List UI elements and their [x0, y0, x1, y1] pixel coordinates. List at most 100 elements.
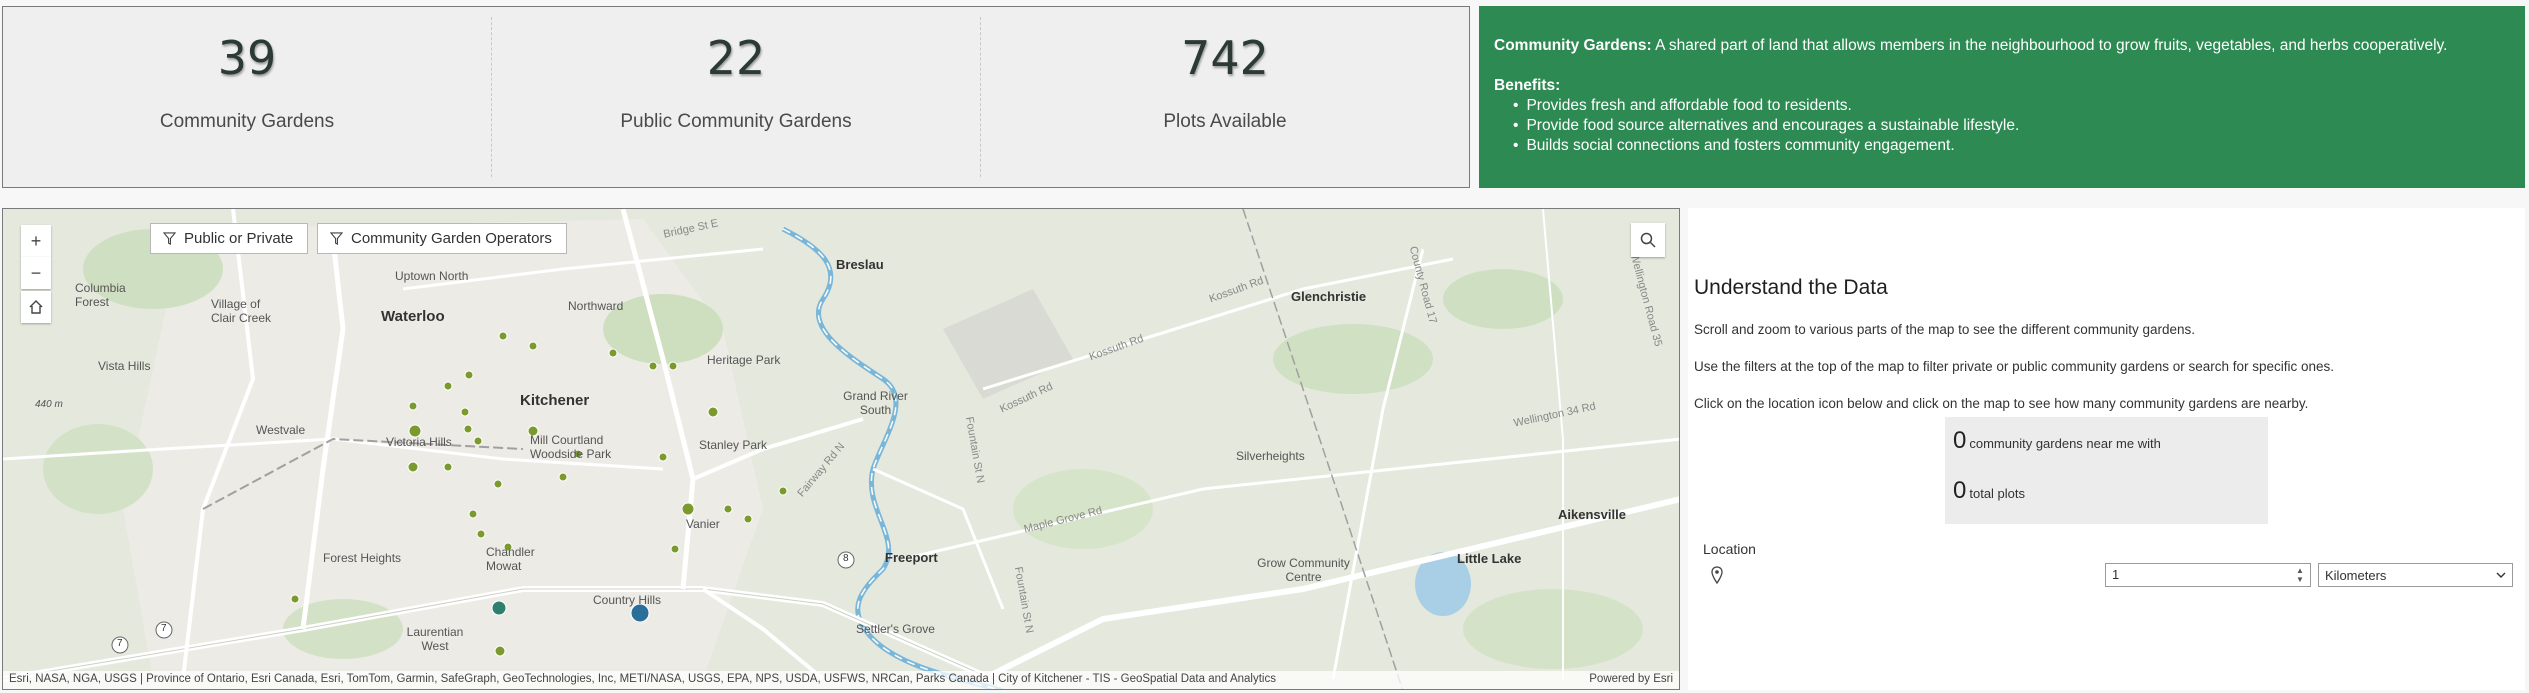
- panel-heading: Understand the Data: [1694, 276, 1888, 299]
- nearby-gardens-count: 0: [1953, 427, 1967, 454]
- map-view[interactable]: Breslau Uptown North Northward Columbia …: [2, 208, 1680, 690]
- garden-marker: [476, 529, 486, 539]
- place-label: Stanley Park: [699, 438, 768, 452]
- instruction-text: Use the filters at the top of the map to…: [1694, 359, 2335, 374]
- zoom-out-button[interactable]: −: [21, 257, 51, 289]
- home-button[interactable]: [21, 291, 51, 323]
- benefit-item: Builds social connections and fosters co…: [1513, 136, 2510, 156]
- stats-panel: 39 Community Gardens 22 Public Community…: [2, 6, 1470, 188]
- location-pin-icon: [1711, 566, 1723, 585]
- place-label: Columbia Forest: [75, 281, 126, 309]
- benefits-list: Provides fresh and affordable food to re…: [1513, 96, 2510, 156]
- nearby-gardens-row: 0 community gardens near me with: [1953, 427, 2260, 477]
- info-panel: Community Gardens: A shared part of land…: [1479, 6, 2525, 188]
- place-label: Grand River South: [843, 389, 908, 417]
- garden-marker: [743, 514, 753, 524]
- garden-marker: [494, 645, 506, 657]
- benefit-item: Provide food source alternatives and enc…: [1513, 116, 2510, 136]
- garden-marker: [668, 361, 678, 371]
- stepper-down-icon[interactable]: ▼: [2296, 575, 2304, 584]
- place-label: Grow Community Centre: [1257, 556, 1350, 584]
- stat-value: 22: [706, 31, 766, 85]
- place-label: Country Hills: [593, 593, 662, 607]
- zoom-in-button[interactable]: +: [21, 225, 51, 257]
- powered-by-esri[interactable]: Powered by Esri: [1589, 673, 1673, 687]
- info-description-line: Community Gardens: A shared part of land…: [1494, 36, 2510, 56]
- distance-input[interactable]: 1: [2105, 563, 2311, 587]
- stat-public-gardens: 22 Public Community Gardens: [491, 17, 980, 177]
- place-label: Settler's Grove: [856, 622, 935, 636]
- garden-marker: [608, 348, 618, 358]
- nearby-results: 0 community gardens near me with 0 total…: [1945, 417, 2268, 524]
- total-plots-text: total plots: [1969, 486, 2026, 501]
- place-label: Aikensville: [1558, 507, 1626, 522]
- nearby-gardens-text: community gardens near me with: [1969, 436, 2161, 451]
- garden-marker: [473, 436, 483, 446]
- map-search-button[interactable]: [1631, 223, 1665, 257]
- instruction-text: Click on the location icon below and cli…: [1694, 396, 2309, 411]
- filter-label: Public or Private: [184, 230, 294, 247]
- garden-marker: [443, 381, 453, 391]
- place-label: Heritage Park: [707, 353, 781, 367]
- place-label: Freeport: [885, 550, 938, 565]
- place-label: Kitchener: [520, 392, 590, 409]
- place-label: Forest Heights: [323, 551, 402, 565]
- elevation-label: 440 m: [35, 399, 63, 410]
- garden-marker: [723, 504, 733, 514]
- benefit-item: Provides fresh and affordable food to re…: [1513, 96, 2510, 116]
- highway-shield-label: 8: [843, 553, 849, 564]
- garden-marker: [670, 544, 680, 554]
- garden-marker: [558, 472, 568, 482]
- place-label: Little Lake: [1457, 551, 1522, 566]
- location-button[interactable]: [1710, 566, 1724, 589]
- home-icon: [29, 300, 43, 314]
- garden-marker: [407, 461, 419, 473]
- distance-stepper[interactable]: ▲ ▼: [2290, 564, 2310, 586]
- attribution-text: Esri, NASA, NGA, USGS | Province of Onta…: [9, 673, 1276, 685]
- place-label: Laurentian West: [406, 625, 464, 653]
- stat-value: 39: [217, 31, 277, 85]
- stat-label: Community Gardens: [159, 111, 335, 132]
- garden-marker: [528, 341, 538, 351]
- garden-marker: [408, 401, 418, 411]
- place-label: Uptown North: [395, 269, 469, 283]
- place-label: Westvale: [256, 423, 306, 437]
- benefits-title: Benefits:: [1494, 77, 1561, 94]
- place-label: Vanier: [686, 517, 720, 531]
- garden-marker: [681, 502, 695, 516]
- place-label: Glenchristie: [1291, 289, 1367, 304]
- stat-label: Plots Available: [1163, 111, 1287, 132]
- understand-data-panel: Understand the Data Scroll and zoom to v…: [1688, 208, 2525, 690]
- search-icon: [1640, 232, 1656, 248]
- garden-marker: [778, 486, 788, 496]
- garden-marker: [464, 370, 474, 380]
- place-label: Village of Clair Creek: [211, 297, 272, 325]
- stepper-up-icon[interactable]: ▲: [2296, 566, 2304, 575]
- chevron-down-icon: [2496, 572, 2506, 578]
- info-description: A shared part of land that allows member…: [1655, 37, 2448, 54]
- highway-shield-label: 7: [161, 623, 167, 634]
- place-label: Vista Hills: [98, 359, 151, 373]
- filter-label: Community Garden Operators: [351, 230, 552, 247]
- filter-operators-button[interactable]: Community Garden Operators: [317, 223, 567, 254]
- garden-marker: [460, 407, 470, 417]
- garden-marker: [498, 331, 508, 341]
- place-label: Breslau: [836, 257, 884, 272]
- place-label: Mill Courtland Woodside Park: [530, 433, 612, 461]
- garden-marker: [290, 594, 300, 604]
- place-label: Silverheights: [1236, 449, 1305, 463]
- unit-select[interactable]: Kilometers: [2318, 563, 2513, 587]
- garden-marker: [648, 361, 658, 371]
- stat-value: 742: [1181, 31, 1269, 85]
- garden-marker: [468, 509, 478, 519]
- place-label: Northward: [568, 299, 624, 313]
- highway-shield-label: 7: [117, 638, 123, 649]
- stat-label: Public Community Gardens: [620, 111, 852, 132]
- filter-public-private-button[interactable]: Public or Private: [150, 223, 309, 254]
- garden-marker: [463, 424, 473, 434]
- garden-marker: [493, 479, 503, 489]
- instruction-text: Scroll and zoom to various parts of the …: [1694, 322, 2196, 337]
- place-label: Chandler Mowat: [486, 545, 535, 573]
- total-plots-row: 0 total plots: [1953, 477, 2260, 527]
- stat-community-gardens: 39 Community Gardens: [3, 7, 491, 187]
